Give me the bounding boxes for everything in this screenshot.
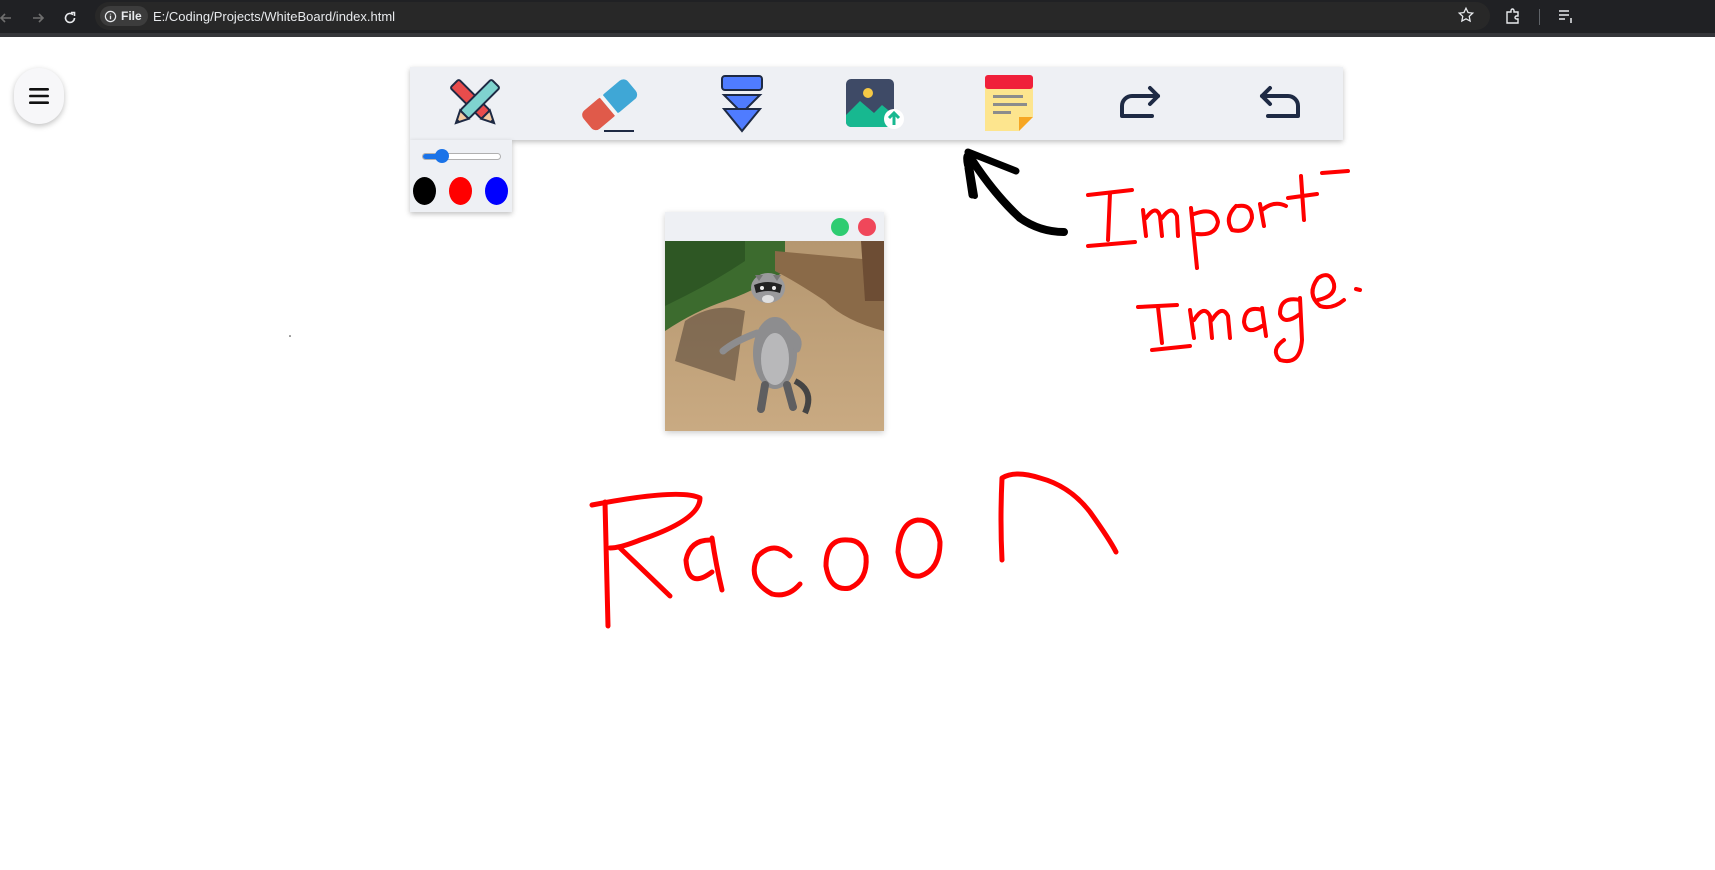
redo-icon <box>1120 86 1160 118</box>
eraser-icon <box>582 79 638 132</box>
download-tool-button[interactable] <box>709 71 775 137</box>
forward-icon <box>33 13 45 23</box>
star-icon <box>1457 6 1475 23</box>
pen-size-slider-thumb[interactable] <box>435 149 450 163</box>
pen-size-slider[interactable] <box>422 149 501 163</box>
undo-icon <box>1260 86 1300 118</box>
toolbar <box>410 67 1343 140</box>
site-info-chip[interactable]: File <box>100 6 148 26</box>
color-red-button[interactable] <box>449 177 472 205</box>
address-bar[interactable]: File E:/Coding/Projects/WhiteBoard/index… <box>95 2 1490 30</box>
undo-tool-button[interactable] <box>1244 71 1310 137</box>
bookmark-button[interactable] <box>1457 6 1475 29</box>
image-minimize-button[interactable] <box>831 218 849 236</box>
scheme-label: File <box>121 9 142 23</box>
toolbar-separator <box>1539 9 1540 25</box>
download-icon <box>721 75 763 133</box>
handwritten-image-text <box>1136 273 1362 363</box>
redo-tool-button[interactable] <box>1110 71 1176 137</box>
pencils-icon <box>450 79 500 125</box>
color-blue-button[interactable] <box>485 177 508 205</box>
handwritten-import-text <box>1086 169 1350 270</box>
menu-button[interactable] <box>14 68 64 124</box>
back-button[interactable] <box>0 6 18 30</box>
info-icon <box>104 10 117 22</box>
media-icon <box>1559 10 1572 23</box>
sticky-note-icon <box>985 75 1033 131</box>
image-close-button[interactable] <box>858 218 876 236</box>
pen-options-panel <box>410 140 512 212</box>
sticky-note-tool-button[interactable] <box>976 71 1042 137</box>
imported-image-card[interactable] <box>665 212 884 431</box>
handwritten-racoon-text <box>589 471 1119 629</box>
image-card-header[interactable] <box>665 212 884 241</box>
hamburger-icon <box>29 88 49 104</box>
extensions-button[interactable] <box>1503 6 1523 31</box>
eraser-tool-button[interactable] <box>576 71 642 137</box>
pen-tool-button[interactable] <box>442 71 508 137</box>
extensions-icon <box>1506 8 1519 24</box>
hand-drawn-arrow <box>963 148 1068 236</box>
import-image-tool-button[interactable] <box>842 71 908 137</box>
media-button[interactable] <box>1556 6 1576 31</box>
forward-button[interactable] <box>26 6 50 30</box>
back-icon <box>0 13 11 23</box>
image-upload-icon <box>846 79 904 129</box>
url-text[interactable]: E:/Coding/Projects/WhiteBoard/index.html <box>153 9 395 24</box>
reload-button[interactable] <box>58 6 82 30</box>
reload-icon <box>64 11 76 24</box>
browser-toolbar: File E:/Coding/Projects/WhiteBoard/index… <box>0 0 1715 37</box>
raccoon-photo <box>665 241 884 431</box>
stray-dot <box>289 335 291 337</box>
color-black-button[interactable] <box>413 177 436 205</box>
